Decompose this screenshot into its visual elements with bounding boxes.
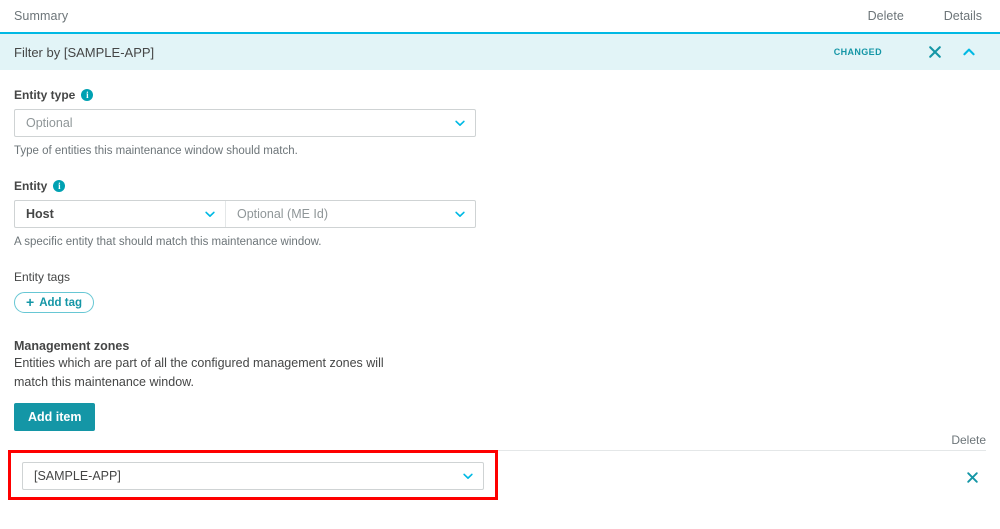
entity-tags-field: Entity tags + Add tag (14, 248, 986, 313)
plus-icon: + (26, 293, 35, 310)
entity-type-dropdown[interactable]: Host (15, 201, 226, 227)
entity-type-label-row: Entity type i (14, 88, 986, 102)
zone-row-select[interactable]: [SAMPLE-APP] (22, 462, 484, 490)
entity-type-helper: Type of entities this maintenance window… (14, 145, 298, 157)
close-x-icon[interactable] (918, 35, 952, 69)
topbar-actions: Delete Details (868, 9, 986, 23)
entity-helper: A specific entity that should match this… (14, 236, 322, 248)
filter-title: Filter by [SAMPLE-APP] (14, 44, 155, 60)
chevron-down-icon[interactable] (195, 207, 225, 221)
entity-type-label: Entity type (14, 88, 76, 102)
entity-label: Entity (14, 179, 48, 193)
add-item-button[interactable]: Add item (14, 403, 96, 431)
changed-status-badge: CHANGED (833, 47, 882, 57)
info-circle-icon[interactable]: i (81, 89, 94, 101)
entity-type-value: Optional (26, 116, 73, 130)
entity-id-value: Optional (ME Id) (237, 207, 329, 221)
summary-tab-label[interactable]: Summary (14, 9, 68, 23)
chevron-down-icon[interactable] (453, 469, 483, 483)
management-zones-section: Management zones Entities which are part… (14, 313, 986, 431)
entity-type-dropdown-value: Host (26, 207, 54, 221)
entity-select-group: Host Optional (ME Id) (14, 200, 476, 228)
management-zones-title: Management zones (14, 339, 130, 353)
topbar-delete-link[interactable]: Delete (868, 9, 904, 23)
add-tag-button[interactable]: + Add tag (14, 292, 94, 313)
info-circle-icon[interactable]: i (53, 180, 66, 192)
top-summary-bar: Summary Delete Details (0, 0, 1000, 32)
zone-list-divider (14, 450, 986, 451)
zone-row-value: [SAMPLE-APP] (34, 469, 121, 483)
entity-type-field: Entity type i Optional Type of entities … (14, 70, 986, 157)
chevron-down-icon[interactable] (445, 207, 475, 221)
filter-form-body: Entity type i Optional Type of entities … (0, 70, 1000, 431)
entity-type-select[interactable]: Optional (14, 109, 476, 137)
filter-accordion-header[interactable]: Filter by [SAMPLE-APP] CHANGED (0, 32, 1000, 70)
chevron-down-icon[interactable] (445, 116, 475, 130)
entity-field: Entity i Host Optional (ME Id) A specifi… (14, 157, 986, 248)
entity-label-row: Entity i (14, 179, 986, 193)
management-zones-description: Entities which are part of all the confi… (14, 356, 384, 389)
zone-list-delete-header: Delete (951, 433, 986, 447)
filter-header-actions: CHANGED (834, 35, 986, 69)
topbar-details-link[interactable]: Details (944, 9, 982, 23)
entity-id-dropdown[interactable]: Optional (ME Id) (226, 201, 475, 227)
zone-row-delete-icon[interactable] (958, 464, 986, 490)
add-tag-label: Add tag (39, 296, 82, 309)
entity-tags-label: Entity tags (14, 270, 71, 284)
chevron-up-icon[interactable] (952, 35, 986, 69)
